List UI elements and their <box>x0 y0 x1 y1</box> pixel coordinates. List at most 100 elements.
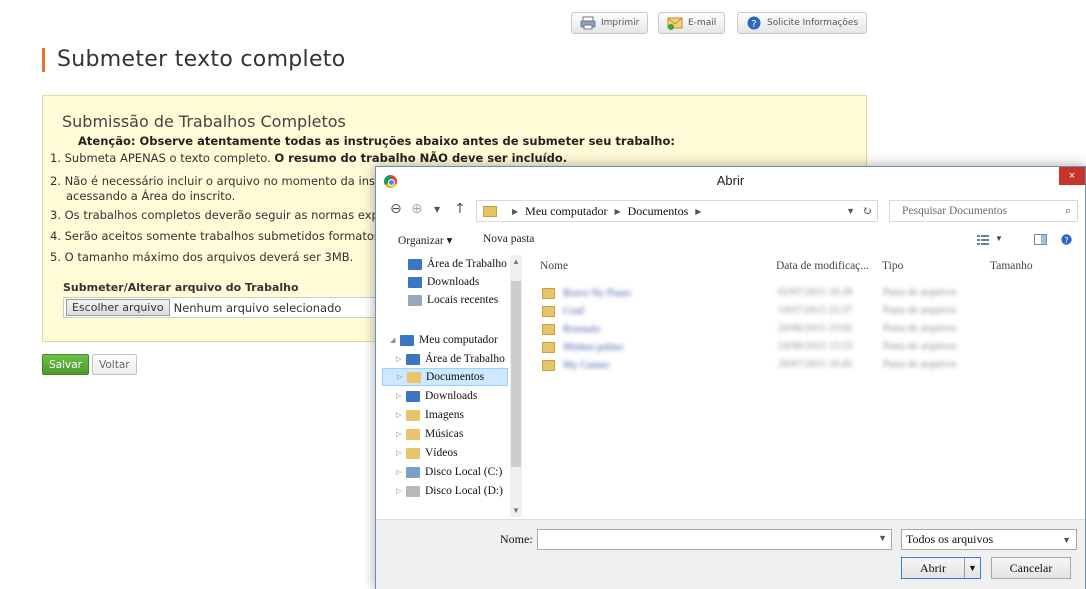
forward-arrow-icon[interactable]: ⊕ <box>411 201 423 217</box>
downloads-icon <box>408 276 422 288</box>
column-size[interactable]: Tamanho <box>990 260 1033 272</box>
nav-scrollbar[interactable]: ▲ ▼ <box>510 255 522 517</box>
nav-item-downloads[interactable]: Downloads <box>408 273 479 291</box>
view-options-icon[interactable] <box>977 234 990 245</box>
expand-arrow-icon[interactable]: ▷ <box>396 411 401 419</box>
expand-arrow-icon[interactable]: ▷ <box>397 373 402 381</box>
documents-icon <box>407 371 421 383</box>
nav-item-desktop[interactable]: Área de Trabalho <box>408 255 507 273</box>
file-name-blurred: Rosmalo <box>563 324 601 335</box>
nav-label: Downloads <box>425 390 478 402</box>
help-icon[interactable]: ? <box>1060 234 1073 245</box>
nav-item-videos[interactable]: ▷ Vídeos <box>396 444 458 462</box>
expand-arrow-icon[interactable]: ◢ <box>390 336 395 344</box>
refresh-icon[interactable]: ↻ <box>862 204 872 219</box>
choose-file-button[interactable]: Escolher arquivo <box>66 299 170 316</box>
file-row[interactable]: My Games <box>542 357 609 374</box>
file-row[interactable]: Conf <box>542 303 584 320</box>
expand-arrow-icon[interactable]: ▷ <box>396 392 401 400</box>
breadcrumb-separator: ▶ <box>512 206 519 216</box>
expand-arrow-icon[interactable]: ▷ <box>396 487 401 495</box>
scroll-up-icon[interactable]: ▲ <box>512 257 520 266</box>
file-type-blurred: Pasta de arquivos <box>883 287 957 298</box>
nav-item-music[interactable]: ▷ Músicas <box>396 425 463 443</box>
up-arrow-icon[interactable]: ↑ <box>454 201 466 217</box>
organize-menu[interactable]: Organizar ▾ <box>398 233 452 247</box>
desktop-icon <box>408 258 422 270</box>
cancel-button[interactable]: Cancelar <box>991 557 1071 579</box>
open-split-dropdown-icon[interactable]: ▼ <box>964 558 980 578</box>
expand-arrow-icon[interactable]: ▷ <box>396 468 401 476</box>
save-button[interactable]: Salvar <box>42 354 89 375</box>
file-name-blurred: Minhas palmo <box>563 342 624 353</box>
downloads-icon <box>406 390 420 402</box>
open-file-dialog: Abrir × ⊖ ⊕ ▼ ↑ ▶ Meu computador ▶ Docum… <box>375 166 1086 589</box>
scroll-thumb[interactable] <box>511 281 521 467</box>
preview-pane-icon[interactable] <box>1034 234 1047 245</box>
column-type[interactable]: Tipo <box>882 260 903 272</box>
dialog-titlebar[interactable]: Abrir × <box>376 167 1085 194</box>
print-button[interactable]: Imprimir <box>571 12 649 34</box>
file-type-select[interactable]: Todos os arquivos ▼ <box>901 529 1077 550</box>
file-row[interactable]: Rosmalo <box>542 321 600 338</box>
search-input[interactable]: Pesquisar Documentos ⌕ <box>889 200 1078 222</box>
folder-icon <box>542 306 555 317</box>
dialog-title: Abrir <box>716 173 745 188</box>
breadcrumb-separator: ▶ <box>695 206 702 216</box>
back-arrow-icon[interactable]: ⊖ <box>390 201 402 217</box>
nav-label: Locais recentes <box>427 294 499 306</box>
new-folder-button[interactable]: Nova pasta <box>483 233 534 245</box>
file-row[interactable]: Bravo Ny Piano <box>542 285 631 302</box>
chevron-down-icon[interactable]: ▼ <box>878 533 887 543</box>
rule-text: 1. Submeta APENAS o texto completo. <box>50 151 275 165</box>
file-row[interactable]: Minhas palmo <box>542 339 623 356</box>
print-label: Imprimir <box>601 18 640 28</box>
chevron-down-icon[interactable]: ▼ <box>995 234 1003 243</box>
file-name-blurred: Conf <box>563 306 584 317</box>
scroll-down-icon[interactable]: ▼ <box>512 506 520 515</box>
page-title: Submeter texto completo <box>42 48 346 72</box>
chevron-down-icon[interactable]: ▼ <box>846 206 855 216</box>
nav-item-documents[interactable]: ▷ Documentos <box>382 368 508 386</box>
nav-item-computer[interactable]: ◢ Meu computador <box>390 331 498 349</box>
pictures-icon <box>406 409 420 421</box>
videos-icon <box>406 447 420 459</box>
open-button[interactable]: Abrir ▼ <box>901 557 981 579</box>
column-date[interactable]: Data de modificaç... <box>776 260 869 272</box>
file-type-blurred: Pasta de arquivos <box>883 341 957 352</box>
breadcrumb-item[interactable]: Documentos <box>628 204 689 219</box>
file-list-header: Nome Data de modificaç... Tipo Tamanho <box>536 258 1076 278</box>
breadcrumb-item[interactable]: Meu computador <box>525 204 607 219</box>
svg-text:?: ? <box>1064 236 1068 245</box>
nav-item-recent[interactable]: Locais recentes <box>408 291 498 309</box>
file-name-blurred: Bravo Ny Piano <box>563 288 631 299</box>
request-info-label: Solicite Informações <box>767 18 859 28</box>
file-input[interactable]: Escolher arquivo Nenhum arquivo selecion… <box>63 297 396 318</box>
file-name-input[interactable]: ▼ <box>537 529 892 550</box>
nav-item-drive-c[interactable]: ▷ Disco Local (C:) <box>396 463 502 481</box>
navigation-pane: Área de Trabalho Downloads Locais recent… <box>382 255 510 517</box>
nav-label: Disco Local (D:) <box>425 485 503 497</box>
nav-item-drive-d[interactable]: ▷ Disco Local (D:) <box>396 482 503 500</box>
file-name-label: Nome: <box>500 532 533 546</box>
close-button[interactable]: × <box>1059 167 1085 185</box>
expand-arrow-icon[interactable]: ▷ <box>396 449 401 457</box>
request-info-button[interactable]: ? Solicite Informações <box>737 12 868 34</box>
expand-arrow-icon[interactable]: ▷ <box>396 430 401 438</box>
recent-locations-icon[interactable]: ▼ <box>434 205 440 214</box>
expand-arrow-icon[interactable]: ▷ <box>396 355 401 363</box>
upload-label: Submeter/Alterar arquivo do Trabalho <box>63 281 299 294</box>
recent-places-icon <box>408 294 422 306</box>
svg-text:?: ? <box>751 19 756 30</box>
file-type-blurred: Pasta de arquivos <box>883 323 957 334</box>
email-button[interactable]: E-mail <box>658 12 726 34</box>
nav-item-desktop-2[interactable]: ▷ Área de Trabalho <box>396 350 505 368</box>
nav-item-pictures[interactable]: ▷ Imagens <box>396 406 464 424</box>
rule-2: 2. Não é necessário incluir o arquivo no… <box>50 174 386 204</box>
back-button[interactable]: Voltar <box>92 354 137 375</box>
nav-label: Meu computador <box>419 334 498 346</box>
rule-1: 1. Submeta APENAS o texto completo. O re… <box>50 151 567 166</box>
address-bar[interactable]: ▶ Meu computador ▶ Documentos ▶ ▼ ↻ <box>476 200 878 222</box>
nav-item-downloads-2[interactable]: ▷ Downloads <box>396 387 477 405</box>
column-name[interactable]: Nome <box>540 260 568 272</box>
